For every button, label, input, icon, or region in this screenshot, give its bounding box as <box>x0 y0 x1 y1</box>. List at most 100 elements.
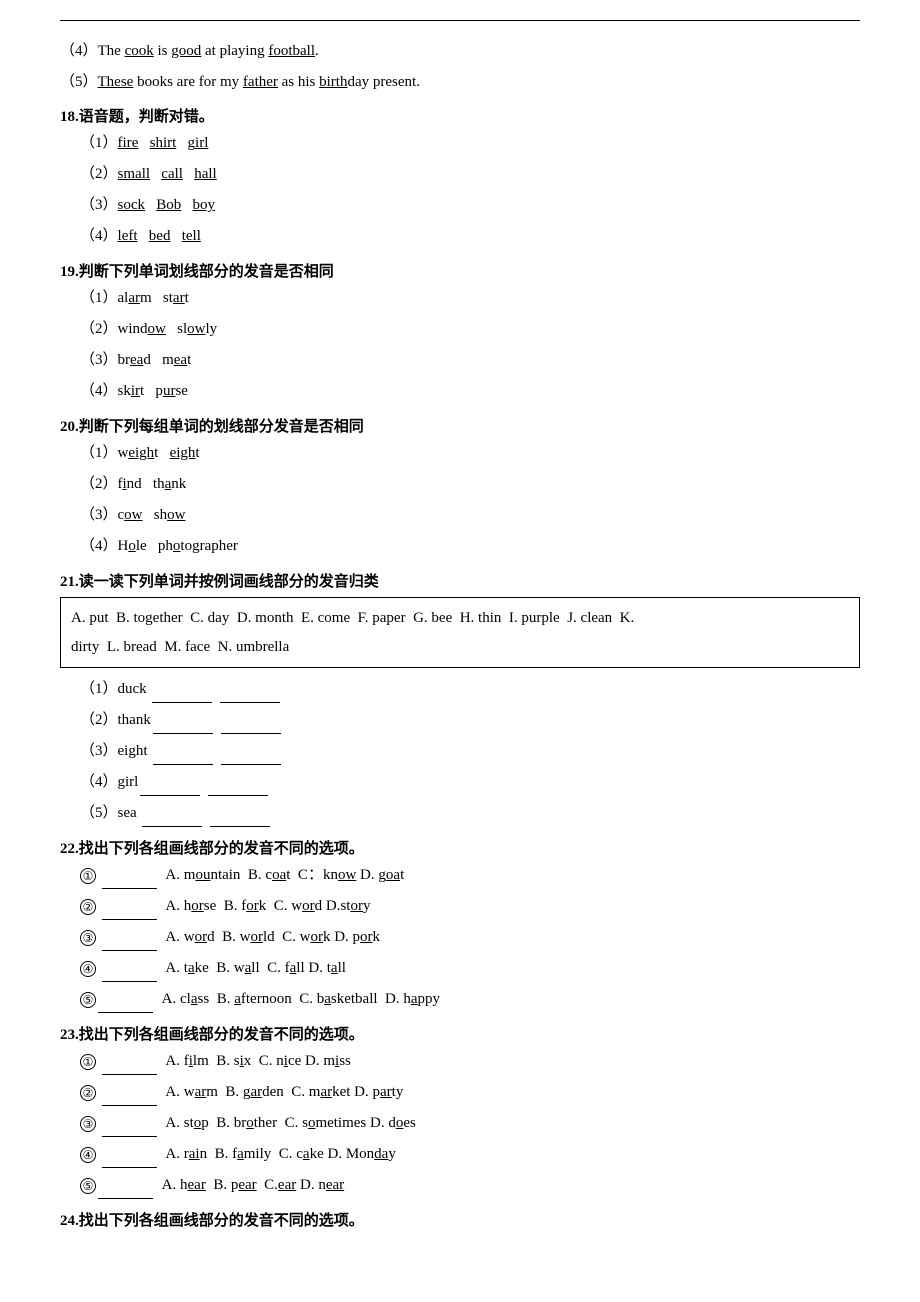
q20-2-find-ul: i <box>123 476 127 492</box>
q23-item-1: ① A. film B. six C. nice D. miss <box>80 1048 860 1075</box>
q18-4-tell: tell <box>182 228 201 244</box>
item-4-line: （4）The cook is good at playing football. <box>60 39 860 65</box>
q19-item-4: （4）skirt purse <box>80 378 860 405</box>
q19-3-bread-ul: ea <box>130 352 143 368</box>
q23-blank-4[interactable] <box>102 1167 157 1168</box>
q22-3-world: or <box>250 929 263 945</box>
q23-item-5: ⑤ A. hear B. pear C.ear D. near <box>80 1172 860 1199</box>
item5-underline-birthday: birth <box>319 74 347 90</box>
q21-blank-4b[interactable] <box>208 795 268 796</box>
q20-4-hole-ul: o <box>128 538 136 554</box>
q18-section: 18.语音题，判断对错。 （1）fire shirt girl （2）small… <box>60 105 860 250</box>
q21-item-5: （5）sea <box>80 800 860 827</box>
q22-3-work: or <box>310 929 323 945</box>
q18-2-small: small <box>118 166 151 182</box>
item4-underline-cook: cook <box>125 43 154 59</box>
item5-underline-these: These <box>98 74 134 90</box>
q22-blank-2[interactable] <box>102 919 157 920</box>
q23-blank-3[interactable] <box>102 1136 157 1137</box>
q20-section: 20.判断下列每组单词的划线部分发音是否相同 （1）weight eight （… <box>60 415 860 560</box>
q20-3-show-ul: ow <box>167 507 185 523</box>
q18-3-boy: boy <box>193 197 216 213</box>
q22-1-know: ow <box>338 867 356 883</box>
q19-3-meat-ul: ea <box>174 352 187 368</box>
q23-4-cake: a <box>303 1146 310 1162</box>
q21-blank-5b[interactable] <box>210 826 270 827</box>
q21-word-box: A. put B. together C. day D. month E. co… <box>60 597 860 668</box>
q22-2-story: or <box>350 898 363 914</box>
q21-blank-3a[interactable] <box>153 764 213 765</box>
q18-item-2: （2）small call hall <box>80 161 860 188</box>
q22-circle-5: ⑤ <box>80 992 96 1008</box>
q22-section: 22.找出下列各组画线部分的发音不同的选项。 ① A. mountain B. … <box>60 837 860 1013</box>
q19-section: 19.判断下列单词划线部分的发音是否相同 （1）alarm start （2）w… <box>60 260 860 405</box>
q21-item-2: （2）thank <box>80 707 860 734</box>
q22-title: 22.找出下列各组画线部分的发音不同的选项。 <box>60 837 860 858</box>
q22-blank-4[interactable] <box>102 981 157 982</box>
q23-circle-4: ④ <box>80 1147 96 1163</box>
q18-1-fire: fire <box>118 135 139 151</box>
q19-item-2: （2）window slowly <box>80 316 860 343</box>
q20-1-eight-ul: eigh <box>170 445 196 461</box>
q22-3-word: or <box>195 929 208 945</box>
q23-4-monday: da <box>374 1146 388 1162</box>
q23-section: 23.找出下列各组画线部分的发音不同的选项。 ① A. film B. six … <box>60 1023 860 1199</box>
q22-1-coat: oa <box>272 867 286 883</box>
q21-title: 21.读一读下列单词并按例词画线部分的发音归类 <box>60 570 860 591</box>
q23-3-sometimes: o <box>308 1115 316 1131</box>
q23-5-pear: ear <box>238 1177 256 1193</box>
q22-circle-1: ① <box>80 868 96 884</box>
q21-blank-1a[interactable] <box>152 702 212 703</box>
q21-blank-2b[interactable] <box>221 733 281 734</box>
q18-item-1: （1）fire shirt girl <box>80 130 860 157</box>
q22-4-tall: a <box>331 960 338 976</box>
q19-item-3: （3）bread meat <box>80 347 860 374</box>
q18-2-hall: hall <box>194 166 217 182</box>
q21-blank-3b[interactable] <box>221 764 281 765</box>
q22-blank-1[interactable] <box>102 888 157 889</box>
q23-1-miss: i <box>335 1053 339 1069</box>
q18-3-bob: Bob <box>156 197 181 213</box>
q20-4-photographer-ul: o <box>173 538 181 554</box>
q20-1-weight-ul: eigh <box>128 445 154 461</box>
q22-circle-3: ③ <box>80 930 96 946</box>
q20-item-3: （3）cow show <box>80 502 860 529</box>
q23-blank-5[interactable] <box>98 1198 153 1199</box>
q23-item-2: ② A. warm B. garden C. market D. party <box>80 1079 860 1106</box>
q22-blank-5[interactable] <box>98 1012 153 1013</box>
q23-4-rain: ai <box>189 1146 200 1162</box>
q22-2-horse: or <box>191 898 204 914</box>
q23-title: 23.找出下列各组画线部分的发音不同的选项。 <box>60 1023 860 1044</box>
q18-4-bed: bed <box>149 228 171 244</box>
q18-title: 18.语音题，判断对错。 <box>60 105 860 126</box>
q21-blank-1b[interactable] <box>220 702 280 703</box>
q18-1-girl: girl <box>188 135 209 151</box>
q19-2-slowly-ul: ow <box>187 321 205 337</box>
q21-item-3: （3）eight <box>80 738 860 765</box>
q22-item-1: ① A. mountain B. coat C：know D. goat <box>80 862 860 889</box>
item5-underline-father: father <box>243 74 278 90</box>
q23-circle-1: ① <box>80 1054 96 1070</box>
q20-3-cow-ul: ow <box>124 507 142 523</box>
q19-4-skirt-ul: ir <box>131 383 140 399</box>
q23-item-3: ③ A. stop B. brother C. sometimes D. doe… <box>80 1110 860 1137</box>
q23-blank-1[interactable] <box>102 1074 157 1075</box>
item4-underline-good: good <box>171 43 201 59</box>
q23-item-4: ④ A. rain B. family C. cake D. Monday <box>80 1141 860 1168</box>
q21-blank-5a[interactable] <box>142 826 202 827</box>
q23-circle-2: ② <box>80 1085 96 1101</box>
q21-blank-2a[interactable] <box>153 733 213 734</box>
q21-blank-4a[interactable] <box>140 795 200 796</box>
section-intro-items: （4）The cook is good at playing football.… <box>60 39 860 95</box>
q20-item-4: （4）Hole photographer <box>80 533 860 560</box>
q22-blank-3[interactable] <box>102 950 157 951</box>
q18-1-shirt: shirt <box>150 135 177 151</box>
q23-5-hear: ear <box>188 1177 206 1193</box>
q19-title: 19.判断下列单词划线部分的发音是否相同 <box>60 260 860 281</box>
q22-item-5: ⑤ A. class B. afternoon C. basketball D.… <box>80 986 860 1013</box>
q23-blank-2[interactable] <box>102 1105 157 1106</box>
q23-3-does: o <box>396 1115 404 1131</box>
q24-section: 24.找出下列各组画线部分的发音不同的选项。 <box>60 1209 860 1230</box>
q18-3-sock: sock <box>118 197 146 213</box>
q21-item-4: （4）girl <box>80 769 860 796</box>
